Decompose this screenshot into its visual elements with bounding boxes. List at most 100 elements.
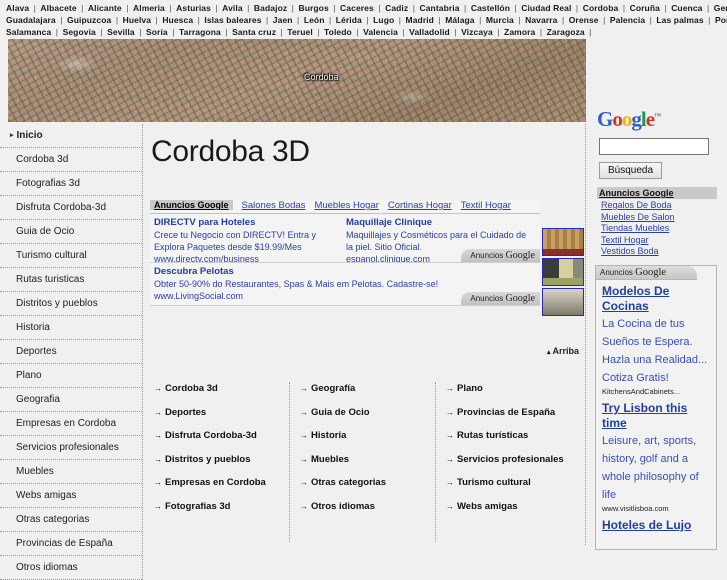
footer-link-label[interactable]: Geografía — [311, 383, 355, 394]
ad-url[interactable]: www.directv.com/business — [154, 253, 339, 262]
footer-link-label[interactable]: Servicios profesionales — [457, 454, 564, 465]
province-link[interactable]: Zamora — [504, 27, 535, 37]
ad-tab[interactable]: Muebles Hogar — [314, 200, 378, 211]
footer-link[interactable]: → Webs amigas — [442, 500, 582, 524]
province-link[interactable]: Jaen — [273, 15, 293, 25]
province-link[interactable]: Las palmas — [656, 15, 703, 25]
footer-link[interactable]: → Plano — [442, 382, 582, 406]
sidebar-item[interactable]: Distritos y pueblos — [0, 292, 142, 316]
footer-link-label[interactable]: Deportes — [165, 407, 206, 418]
ad-thumbnail-image[interactable] — [542, 288, 584, 316]
sidebar-item[interactable]: Empresas en Cordoba — [0, 412, 142, 436]
province-link[interactable]: Santa cruz — [232, 27, 276, 37]
province-link[interactable]: Teruel — [287, 27, 312, 37]
ad-title[interactable]: DIRECTV para Hoteles — [154, 217, 339, 229]
footer-link[interactable]: → Historia — [296, 429, 435, 453]
footer-link-label[interactable]: Rutas turísticas — [457, 430, 528, 441]
box-ad-item-1[interactable]: Try Lisbon this time Leisure, art, sport… — [596, 397, 716, 514]
province-link[interactable]: Palencia — [610, 15, 645, 25]
footer-link[interactable]: → Muebles — [296, 453, 435, 477]
search-input[interactable] — [600, 142, 708, 157]
province-link[interactable]: León — [304, 15, 325, 25]
sidebar-item[interactable]: ▸ Inicio — [0, 124, 142, 148]
footer-link-label[interactable]: Cordoba 3d — [165, 383, 218, 394]
footer-link[interactable]: → Servicios profesionales — [442, 453, 582, 477]
province-link[interactable]: Asturias — [176, 3, 211, 13]
footer-link[interactable]: → Provincias de España — [442, 406, 582, 430]
box-ad-url[interactable]: KitchensAndCabinets... — [602, 386, 710, 397]
footer-link-label[interactable]: Disfruta Cordoba-3d — [165, 430, 257, 441]
footer-link-label[interactable]: Turismo cultural — [457, 477, 531, 488]
province-link[interactable]: Cordoba — [583, 3, 619, 13]
footer-link-label[interactable]: Empresas en Cordoba — [165, 477, 266, 488]
footer-link-label[interactable]: Provincias de España — [457, 407, 555, 418]
footer-link[interactable]: → Cordoba 3d — [150, 382, 289, 406]
footer-link-label[interactable]: Historia — [311, 430, 346, 441]
sidebar-item[interactable]: Geografia — [0, 388, 142, 412]
province-link[interactable]: Islas baleares — [204, 15, 261, 25]
ad-title[interactable]: Descubra Pelotas — [154, 266, 534, 278]
footer-link-label[interactable]: Plano — [457, 383, 483, 394]
box-ad-title[interactable]: Modelos De Cocinas — [602, 284, 710, 314]
ad-tab[interactable]: Textil Hogar — [461, 200, 511, 211]
sidebar-item[interactable]: Turismo cultural — [0, 244, 142, 268]
ad-tab[interactable]: Cortinas Hogar — [388, 200, 452, 211]
footer-link-label[interactable]: Otros idiomas — [311, 501, 375, 512]
footer-link[interactable]: → Disfruta Cordoba-3d — [150, 429, 289, 453]
footer-link[interactable]: → Guia de Ocio — [296, 406, 435, 430]
province-link[interactable]: Castellón — [471, 3, 510, 13]
province-link[interactable]: Lérida — [336, 15, 362, 25]
footer-link[interactable]: → Geografía — [296, 382, 435, 406]
province-link[interactable]: Gerona — [714, 3, 727, 13]
province-link[interactable]: Almeria — [133, 3, 165, 13]
sidebar-item[interactable]: Disfruta Cordoba-3d — [0, 196, 142, 220]
footer-link[interactable]: → Empresas en Cordoba — [150, 476, 289, 500]
province-link[interactable]: Orense — [569, 15, 599, 25]
ad-thumbnail-image[interactable] — [542, 258, 584, 286]
ad-item-0[interactable]: DIRECTV para Hoteles Crece tu Negocio co… — [154, 217, 339, 262]
google-search-box[interactable] — [599, 138, 709, 157]
sidebar-item[interactable]: Guia de Ocio — [0, 220, 142, 244]
province-link[interactable]: Guadalajara — [6, 15, 56, 25]
footer-link-label[interactable]: Fotografías 3d — [165, 501, 230, 512]
right-ad-link[interactable]: Regalos De Boda — [601, 200, 727, 212]
province-link[interactable]: Cantabria — [419, 3, 459, 13]
province-link[interactable]: Soria — [146, 27, 168, 37]
right-ad-link[interactable]: Vestidos Boda — [601, 246, 727, 258]
province-link[interactable]: Valladolid — [409, 27, 450, 37]
right-ad-link[interactable]: Tiendas Muebles — [601, 223, 727, 235]
sidebar-item[interactable]: Otros idiomas — [0, 556, 142, 580]
ad-tab-active[interactable]: Anuncios Google — [150, 200, 233, 210]
footer-link[interactable]: → Distritos y pueblos — [150, 453, 289, 477]
province-link[interactable]: Avila — [222, 3, 243, 13]
box-ad-title[interactable]: Try Lisbon this time — [602, 401, 710, 431]
footer-link[interactable]: → Fotografías 3d — [150, 500, 289, 524]
province-link[interactable]: Sevilla — [107, 27, 135, 37]
province-link[interactable]: Zaragoza — [547, 27, 585, 37]
sidebar-item[interactable]: Cordoba 3d — [0, 148, 142, 172]
province-link[interactable]: Toledo — [324, 27, 352, 37]
right-ad-link[interactable]: Muebles De Salon — [601, 212, 727, 224]
ad-title[interactable]: Maquillaje Clinique — [346, 217, 531, 229]
province-link[interactable]: Tarragona — [179, 27, 221, 37]
box-ad-header[interactable]: Anuncios Google — [596, 266, 697, 280]
anuncios-google-badge[interactable]: Anuncios Google — [461, 292, 540, 305]
box-ad-title[interactable]: Hoteles de Lujo — [602, 518, 710, 533]
footer-link-label[interactable]: Webs amigas — [457, 501, 518, 512]
province-link[interactable]: Málaga — [445, 15, 474, 25]
sidebar-item[interactable]: Otras categorias — [0, 508, 142, 532]
province-link[interactable]: Lugo — [373, 15, 394, 25]
province-link[interactable]: Cadiz — [385, 3, 408, 13]
sidebar-item[interactable]: Fotografias 3d — [0, 172, 142, 196]
sidebar-item[interactable]: Muebles — [0, 460, 142, 484]
footer-link-label[interactable]: Muebles — [311, 454, 349, 465]
footer-link-label[interactable]: Otras categorias — [311, 477, 386, 488]
ad-thumbnail-image[interactable] — [542, 228, 584, 256]
sidebar-item[interactable]: Plano — [0, 364, 142, 388]
search-button[interactable]: Búsqueda — [599, 162, 663, 179]
box-ad-item-0[interactable]: Modelos De Cocinas La Cocina de tus Sueñ… — [596, 280, 716, 397]
province-link[interactable]: Guipuzcoa — [67, 15, 111, 25]
back-to-top-link[interactable]: ▴ Arriba — [547, 346, 579, 356]
satellite-map-banner[interactable]: Cordoba — [8, 39, 586, 122]
province-link[interactable]: Valencia — [363, 27, 398, 37]
